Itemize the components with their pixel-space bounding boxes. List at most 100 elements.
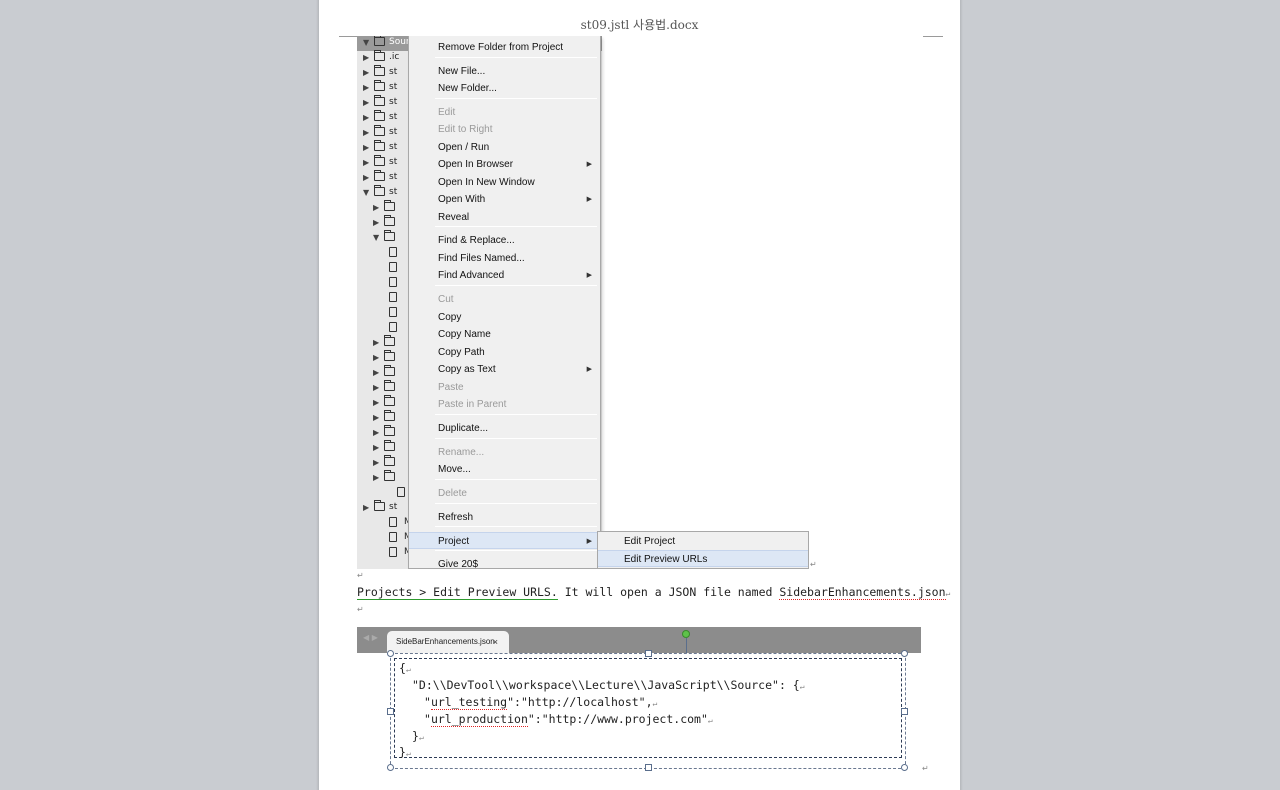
- resize-handle[interactable]: [387, 650, 394, 657]
- paragraph-mark: ↵: [707, 716, 713, 725]
- expand-right-icon[interactable]: ▶: [363, 113, 369, 122]
- margin-corner-right: [923, 29, 943, 37]
- submenu-item-edit-preview-urls[interactable]: Edit Preview URLs: [598, 550, 808, 567]
- context-menu-item-label: Find Advanced: [438, 270, 505, 281]
- context-menu-item-refresh[interactable]: Refresh: [409, 509, 600, 526]
- code-line: "url_production":"http://www.project.com…: [424, 712, 713, 727]
- context-menu-item-label: Rename...: [438, 447, 485, 458]
- expand-right-icon[interactable]: ▶: [373, 398, 379, 407]
- context-menu-item-project[interactable]: Project ▶: [409, 532, 600, 549]
- paragraph-mark: ↵: [405, 749, 411, 758]
- expand-right-icon[interactable]: ▶: [373, 368, 379, 377]
- context-menu-item-give-20[interactable]: Give 20$: [409, 556, 600, 569]
- context-menu-item-label: Find Files Named...: [438, 253, 525, 264]
- editor-tab[interactable]: SideBarEnhancements.json ×: [387, 631, 509, 653]
- expand-right-icon[interactable]: ▶: [363, 128, 369, 137]
- resize-handle[interactable]: [387, 764, 394, 771]
- expand-right-icon[interactable]: ▶: [363, 143, 369, 152]
- context-menu-item-label: Paste: [438, 382, 464, 393]
- tree-row-label: st: [389, 502, 398, 512]
- tree-row-label: st: [389, 112, 398, 122]
- file-icon: [389, 322, 397, 332]
- code-token: "http://www.project.com": [541, 712, 708, 726]
- expand-right-icon[interactable]: ▶: [373, 458, 379, 467]
- context-menu-item-open-in-browser[interactable]: Open In Browser ▶: [409, 156, 600, 173]
- expand-right-icon[interactable]: ▶: [363, 503, 369, 512]
- expand-right-icon[interactable]: ▶: [373, 473, 379, 482]
- menu-separator: [435, 438, 597, 439]
- expand-right-icon[interactable]: ▶: [363, 83, 369, 92]
- expand-right-icon[interactable]: ▶: [373, 353, 379, 362]
- folder-icon: [374, 155, 385, 166]
- resize-handle[interactable]: [901, 650, 908, 657]
- tab-close-icon[interactable]: ×: [493, 631, 498, 653]
- expand-right-icon[interactable]: ▶: [363, 158, 369, 167]
- menu-separator: [435, 98, 597, 99]
- embedded-screenshot-context-menu[interactable]: ▼ Sour ▶ .ic ▶ st ▶ st ▶ st ▶ st ▶ st ▶ st ▶ st ▶ st ▼ st ▶ ▶ ▼ ▶…: [357, 36, 809, 569]
- submenu-item-label: Edit Project: [624, 536, 676, 547]
- expand-down-icon[interactable]: ▼: [373, 233, 379, 242]
- paragraph-mark: ↵: [945, 589, 951, 598]
- expand-right-icon[interactable]: ▶: [373, 218, 379, 227]
- menu-separator: [435, 526, 597, 527]
- expand-down-icon[interactable]: ▼: [363, 38, 369, 47]
- context-menu-item-paste-in-parent[interactable]: Paste in Parent: [409, 396, 600, 413]
- code-token: "http://localhost",: [520, 695, 653, 709]
- embedded-screenshot-editor[interactable]: ◀ ▶ SideBarEnhancements.json × {↵ "D:\\D…: [357, 627, 921, 773]
- context-menu-item-reveal[interactable]: Reveal: [409, 209, 600, 226]
- expand-right-icon[interactable]: ▶: [373, 413, 379, 422]
- submenu-arrow-icon: ▶: [586, 366, 592, 373]
- context-menu-item-rename[interactable]: Rename...: [409, 444, 600, 461]
- resize-handle[interactable]: [387, 708, 394, 715]
- context-menu-item-copy[interactable]: Copy: [409, 309, 600, 326]
- context-menu-item-open-in-new-window[interactable]: Open In New Window: [409, 174, 600, 191]
- tab-nav-arrows-icon[interactable]: ◀ ▶: [363, 633, 378, 642]
- context-menu-item-new-file[interactable]: New File...: [409, 63, 600, 80]
- resize-handle[interactable]: [645, 650, 652, 657]
- context-menu-item-move[interactable]: Move...: [409, 461, 600, 478]
- folder-icon: [384, 365, 395, 376]
- folder-icon: [374, 500, 385, 511]
- context-menu-item-paste[interactable]: Paste: [409, 379, 600, 396]
- expand-right-icon[interactable]: ▶: [363, 53, 369, 62]
- page-shadow-right: [960, 0, 963, 790]
- paragraph-mark: ↵: [922, 764, 929, 773]
- expand-down-icon[interactable]: ▼: [363, 188, 369, 197]
- expand-right-icon[interactable]: ▶: [373, 383, 379, 392]
- context-menu-item-find-replace[interactable]: Find & Replace...: [409, 232, 600, 249]
- tree-row-label: st: [389, 187, 398, 197]
- context-menu-item-duplicate[interactable]: Duplicate...: [409, 420, 600, 437]
- expand-right-icon[interactable]: ▶: [363, 68, 369, 77]
- context-menu-item-find-advanced[interactable]: Find Advanced ▶: [409, 267, 600, 284]
- context-menu-item-copy-name[interactable]: Copy Name: [409, 326, 600, 343]
- submenu-arrow-icon: ▶: [586, 272, 592, 279]
- expand-right-icon[interactable]: ▶: [373, 203, 379, 212]
- context-menu-item-copy-as-text[interactable]: Copy as Text ▶: [409, 361, 600, 378]
- expand-right-icon[interactable]: ▶: [373, 338, 379, 347]
- context-menu-item-remove-folder-from-project[interactable]: Remove Folder from Project: [409, 39, 600, 56]
- context-menu-item-edit[interactable]: Edit: [409, 104, 600, 121]
- resize-handle[interactable]: [901, 764, 908, 771]
- resize-handle[interactable]: [645, 764, 652, 771]
- submenu-item-edit-project[interactable]: Edit Project: [598, 533, 808, 550]
- expand-right-icon[interactable]: ▶: [373, 428, 379, 437]
- code-token: "D:\\DevTool\\workspace\\Lecture\\JavaSc…: [412, 678, 800, 692]
- rotate-handle[interactable]: [682, 630, 690, 638]
- folder-icon: [384, 470, 395, 481]
- context-menu-item-new-folder[interactable]: New Folder...: [409, 80, 600, 97]
- context-menu-item-open-run[interactable]: Open / Run: [409, 139, 600, 156]
- context-menu-item-open-with[interactable]: Open With ▶: [409, 191, 600, 208]
- context-menu-item-cut[interactable]: Cut: [409, 291, 600, 308]
- code-token: url_testing: [430, 695, 508, 710]
- resize-handle[interactable]: [901, 708, 908, 715]
- context-menu-item-edit-to-right[interactable]: Edit to Right: [409, 121, 600, 138]
- context-menu-item-delete[interactable]: Delete: [409, 485, 600, 502]
- expand-right-icon[interactable]: ▶: [363, 98, 369, 107]
- tree-row-label: st: [389, 127, 398, 137]
- expand-right-icon[interactable]: ▶: [363, 173, 369, 182]
- code-line: "url_testing":"http://localhost",↵: [424, 695, 658, 710]
- context-menu-item-find-files-named[interactable]: Find Files Named...: [409, 250, 600, 267]
- expand-right-icon[interactable]: ▶: [373, 443, 379, 452]
- text-box-frame[interactable]: {↵ "D:\\DevTool\\workspace\\Lecture\\Jav…: [387, 650, 908, 771]
- context-menu-item-copy-path[interactable]: Copy Path: [409, 344, 600, 361]
